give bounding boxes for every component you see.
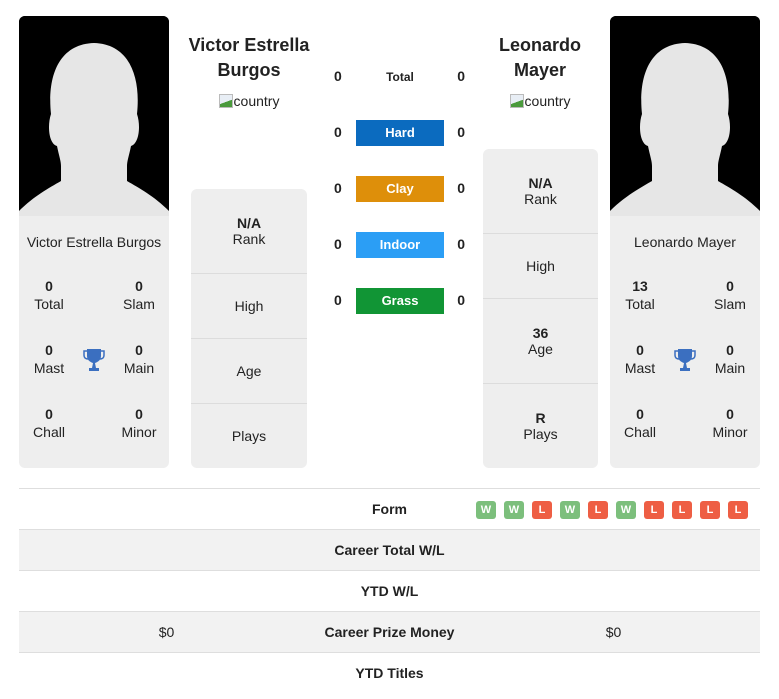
- left-stat-chall: 0 Chall: [33, 406, 65, 440]
- right-high: High: [483, 234, 598, 299]
- right-stat-mast: 0 Mast: [624, 342, 656, 376]
- surface-badge-indoor[interactable]: Indoor: [356, 232, 444, 258]
- surface-badge-clay[interactable]: Clay: [356, 176, 444, 202]
- right-rank: N/A Rank: [483, 149, 598, 234]
- career-wl-label: Career Total W/L: [334, 542, 445, 558]
- form-badge-loss[interactable]: L: [588, 501, 608, 519]
- surface-row-hard: 0 Hard 0: [320, 120, 480, 146]
- surface-row-total: 0 Total 0: [320, 64, 480, 90]
- right-country-flag: country: [471, 93, 609, 109]
- form-badge-loss[interactable]: L: [672, 501, 692, 519]
- form-badge-win[interactable]: W: [616, 501, 636, 519]
- form-badge-loss[interactable]: L: [728, 501, 748, 519]
- left-player-photo: [19, 16, 169, 216]
- right-stat-main: 0 Main: [714, 342, 746, 376]
- form-badge-win[interactable]: W: [504, 501, 524, 519]
- comparison-table: Form WWLWLWLLLL Career Total W/L YTD W/L…: [19, 488, 760, 693]
- right-prize-money: $0: [605, 624, 622, 640]
- right-stat-total: 13 Total: [625, 278, 655, 312]
- surface-row-clay: 0 Clay 0: [320, 176, 480, 202]
- row-career-wl: Career Total W/L: [19, 529, 760, 570]
- left-plays: Plays: [231, 428, 267, 444]
- broken-image-icon: [218, 94, 233, 108]
- left-player-card: Victor Estrella Burgos 0 Total 0 Slam 0 Mas…: [19, 16, 169, 468]
- left-player-name[interactable]: Victor Estrella Burgos: [180, 33, 318, 83]
- right-form-badges: WWLWLWLLLL: [476, 501, 748, 519]
- right-info-card: N/A Rank High 36 Age R Plays: [483, 149, 598, 468]
- form-badge-win[interactable]: W: [476, 501, 496, 519]
- right-stat-slam: 0 Slam: [714, 278, 746, 312]
- prize-money-label: Career Prize Money: [324, 624, 455, 640]
- left-age: Age: [191, 339, 307, 404]
- broken-image-icon: [509, 94, 524, 108]
- trophy-icon: [82, 347, 106, 378]
- ytd-titles-label: YTD Titles: [355, 665, 424, 681]
- left-rank: N/A Rank: [191, 189, 307, 274]
- right-plays: R Plays: [523, 410, 558, 442]
- left-stat-main: 0 Main: [123, 342, 155, 376]
- trophy-icon: [673, 347, 697, 378]
- right-stat-minor: 0 Minor: [712, 406, 748, 440]
- left-country-flag: country: [180, 93, 318, 109]
- avatar-silhouette-icon: [19, 16, 169, 216]
- left-stat-slam: 0 Slam: [123, 278, 155, 312]
- right-player-name[interactable]: Leonardo Mayer: [471, 33, 609, 83]
- left-player-card-name: Victor Estrella Burgos: [26, 234, 162, 250]
- right-player-card: Leonardo Mayer 13 Total 0 Slam 0 Mast 0 Main…: [610, 16, 760, 468]
- surface-badge-grass[interactable]: Grass: [356, 288, 444, 314]
- surface-row-grass: 0 Grass 0: [320, 288, 480, 314]
- right-stat-chall: 0 Chall: [624, 406, 656, 440]
- avatar-silhouette-icon: [610, 16, 760, 216]
- row-ytd-wl: YTD W/L: [19, 570, 760, 611]
- row-ytd-titles: YTD Titles: [19, 652, 760, 693]
- right-age: 36 Age: [483, 299, 598, 384]
- right-player-photo: [610, 16, 760, 216]
- left-stat-minor: 0 Minor: [121, 406, 157, 440]
- left-stat-mast: 0 Mast: [33, 342, 65, 376]
- form-badge-win[interactable]: W: [560, 501, 580, 519]
- ytd-wl-label: YTD W/L: [360, 583, 419, 599]
- surface-badge-hard[interactable]: Hard: [356, 120, 444, 146]
- left-high: High: [191, 274, 307, 339]
- row-prize-money: $0 Career Prize Money $0: [19, 611, 760, 652]
- form-badge-loss[interactable]: L: [532, 501, 552, 519]
- left-stat-total: 0 Total: [34, 278, 64, 312]
- left-info-card: N/A Rank High Age Plays: [191, 189, 307, 468]
- form-badge-loss[interactable]: L: [644, 501, 664, 519]
- surface-label-total: Total: [386, 70, 414, 84]
- surface-row-indoor: 0 Indoor 0: [320, 232, 480, 258]
- right-player-card-name: Leonardo Mayer: [634, 234, 736, 250]
- row-form: Form WWLWLWLLLL: [19, 488, 760, 529]
- form-badge-loss[interactable]: L: [700, 501, 720, 519]
